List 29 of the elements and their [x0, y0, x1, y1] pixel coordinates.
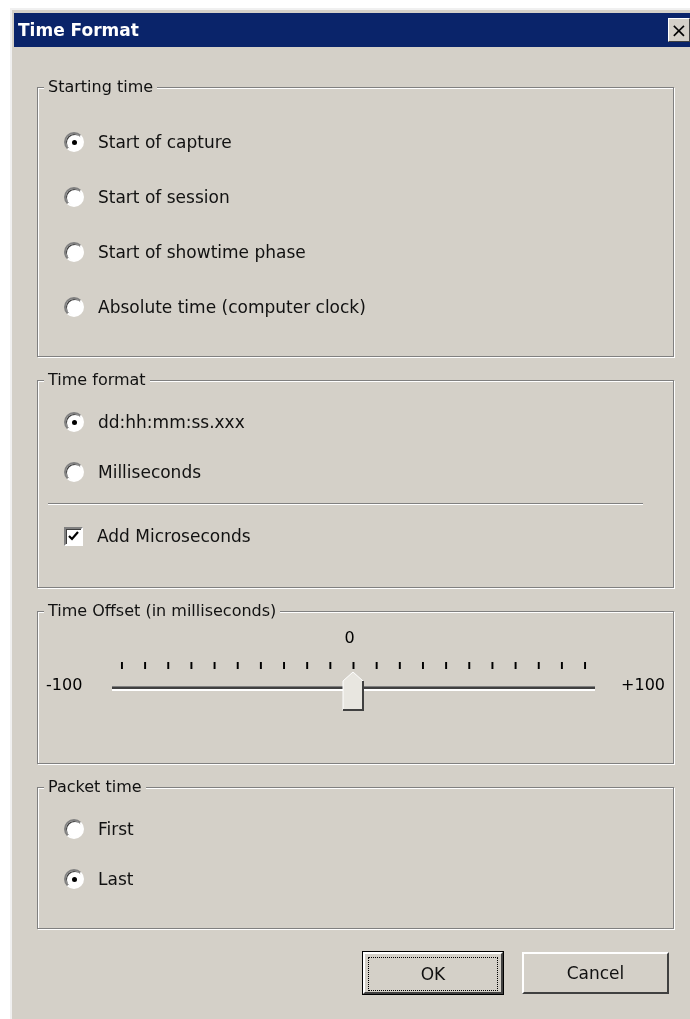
checkbox[interactable]	[64, 526, 83, 546]
radio-label[interactable]: dd:hh:mm:ss.xxx	[98, 412, 245, 432]
dialog-button[interactable]: Cancel	[522, 952, 669, 994]
radio-label[interactable]: Start of session	[98, 187, 230, 207]
radio-button[interactable]	[64, 819, 84, 839]
slider-max-label: +100	[620, 674, 665, 694]
radio-label[interactable]: Start of capture	[98, 132, 232, 152]
radio-button[interactable]	[64, 242, 84, 262]
radio-label[interactable]: Last	[98, 869, 134, 889]
slider-value: 0	[344, 628, 355, 647]
dialog-button[interactable]: OK	[363, 952, 503, 994]
slider-thumb[interactable]	[341, 671, 364, 711]
radio-button[interactable]	[64, 132, 84, 152]
checkbox-label[interactable]: Add Microseconds	[97, 526, 251, 546]
check-mark-icon	[68, 530, 79, 542]
radio-label[interactable]: Milliseconds	[98, 462, 202, 482]
group-title: Time Offset (in milliseconds)	[44, 601, 281, 620]
radio-label[interactable]: Absolute time (computer clock)	[98, 297, 366, 317]
radio-button[interactable]	[64, 412, 84, 432]
close-button[interactable]: ×	[668, 18, 690, 42]
slider-min-label: -100	[46, 674, 84, 694]
radio-label[interactable]: First	[98, 819, 134, 839]
radio-label[interactable]: Start of showtime phase	[98, 242, 306, 262]
radio-button[interactable]	[64, 187, 84, 207]
radio-button[interactable]	[64, 869, 84, 889]
window-title: Time Format	[18, 20, 139, 40]
radio-button[interactable]	[64, 297, 84, 317]
group-title: Starting time	[44, 77, 158, 96]
radio-button[interactable]	[64, 462, 84, 482]
